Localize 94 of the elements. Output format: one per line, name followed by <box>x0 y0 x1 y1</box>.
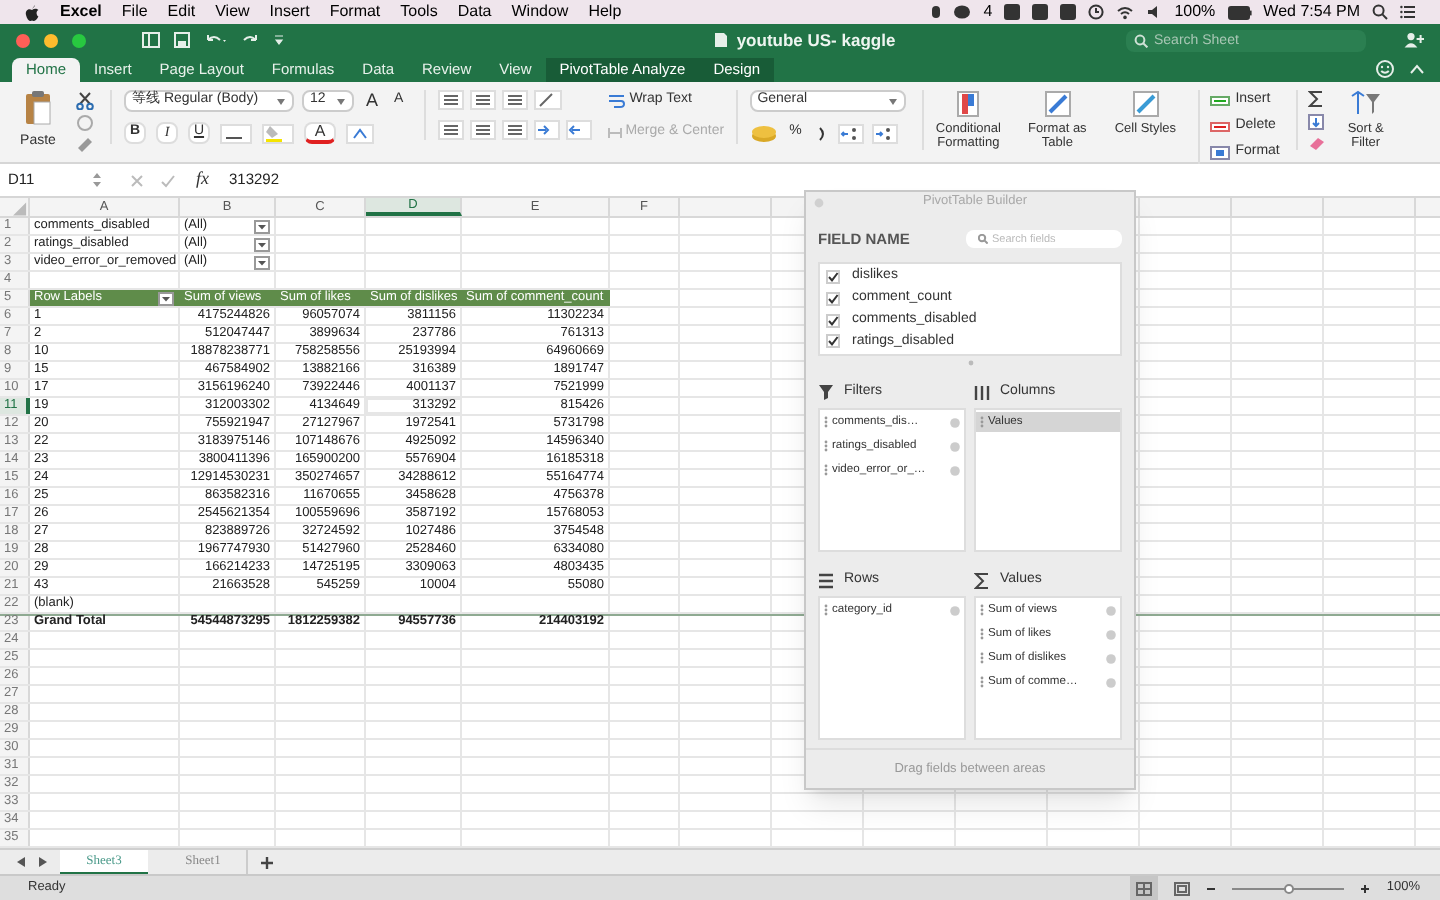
drag-handle-icon[interactable] <box>980 604 984 617</box>
checkbox[interactable] <box>826 270 840 285</box>
save-icon[interactable] <box>174 32 190 48</box>
font-color-button[interactable]: A <box>304 122 336 144</box>
conditional-formatting-icon <box>954 90 983 118</box>
dropdown-button[interactable] <box>254 219 270 233</box>
clock-icon[interactable] <box>1088 4 1105 20</box>
smiley-icon[interactable] <box>1376 60 1394 78</box>
document-icon <box>714 32 729 48</box>
share-icon[interactable] <box>1404 32 1424 48</box>
menu-item[interactable]: Format <box>329 0 381 24</box>
scissors-icon[interactable] <box>76 92 94 110</box>
caret-icon <box>336 97 346 105</box>
align-right-icon[interactable] <box>501 120 528 140</box>
search-icon[interactable] <box>1372 4 1388 20</box>
drag-handle-icon[interactable] <box>980 416 984 429</box>
menu-icon[interactable] <box>1400 4 1416 20</box>
zoom-out-icon[interactable] <box>1206 883 1217 893</box>
table-format-icon <box>1043 90 1072 118</box>
drag-handle-icon[interactable] <box>980 676 984 689</box>
collapse-icon[interactable] <box>1410 64 1424 74</box>
decrease-decimal-icon[interactable] <box>871 123 898 143</box>
zoom-in-icon[interactable] <box>1360 883 1371 893</box>
previous-sheet-icon[interactable] <box>16 856 26 868</box>
stepper-icon[interactable] <box>92 172 102 188</box>
status-icon[interactable] <box>929 4 942 20</box>
align-center-icon[interactable] <box>469 120 496 140</box>
wifi-icon[interactable] <box>1116 4 1135 20</box>
checkbox[interactable] <box>826 334 840 349</box>
fill-down-icon[interactable] <box>1307 114 1324 130</box>
normal-view-icon[interactable] <box>1136 881 1153 895</box>
menu-item[interactable]: Window <box>511 0 569 24</box>
menu-item[interactable]: Help <box>588 0 622 24</box>
drag-handle-icon[interactable] <box>824 416 828 429</box>
battery-icon <box>1227 5 1252 19</box>
volume-icon[interactable] <box>1146 4 1163 20</box>
border-icon[interactable] <box>220 123 252 143</box>
wrap-icon <box>607 94 626 108</box>
apple-icon[interactable] <box>24 3 40 21</box>
rows-icon <box>818 571 834 590</box>
checkbox[interactable] <box>826 291 840 306</box>
drag-handle-icon[interactable] <box>824 440 828 453</box>
merge-icon <box>607 126 622 140</box>
drag-handle-icon[interactable] <box>824 604 828 617</box>
eraser-icon[interactable] <box>1307 136 1326 150</box>
resize-handle-icon[interactable] <box>967 360 973 367</box>
menu-item[interactable]: View <box>215 0 250 24</box>
filter-dropdown-button[interactable] <box>158 291 174 305</box>
orientation-icon[interactable] <box>533 90 562 110</box>
indent-icon[interactable] <box>533 120 560 140</box>
notification-count: 4 <box>983 0 993 24</box>
next-sheet-icon[interactable] <box>38 856 48 868</box>
filter-icon <box>818 383 834 402</box>
fill-color-icon[interactable] <box>262 123 294 143</box>
sum-icon[interactable] <box>1307 90 1324 108</box>
page-layout-icon[interactable] <box>1174 881 1191 895</box>
clock: Wed 7:54 PM <box>1263 0 1360 24</box>
menu-item[interactable]: Edit <box>167 0 196 24</box>
insert-cells-icon <box>1209 94 1230 108</box>
window-title: youtube US- kaggle <box>736 27 896 53</box>
align-top-icon[interactable] <box>437 90 464 110</box>
drag-handle-icon[interactable] <box>824 464 828 477</box>
align-left-icon[interactable] <box>437 120 464 140</box>
menu-item[interactable]: Insert <box>269 0 310 24</box>
menu-item[interactable]: File <box>121 0 148 24</box>
align-middle-icon[interactable] <box>469 90 496 110</box>
sort-filter-icon <box>1349 90 1382 118</box>
caret-icon <box>276 97 286 105</box>
checkbox[interactable] <box>826 313 840 328</box>
cell-styles-icon <box>1131 90 1160 118</box>
drag-handle-icon[interactable] <box>980 652 984 665</box>
battery-percent: 100% <box>1174 0 1216 24</box>
comma-style-icon[interactable] <box>813 123 830 143</box>
sum-icon <box>974 571 990 590</box>
insert-function-button[interactable]: fx <box>196 166 209 194</box>
outdent-icon[interactable] <box>565 120 592 140</box>
sidebar-icon[interactable] <box>142 32 160 48</box>
menu-item[interactable]: Data <box>457 0 492 24</box>
dropdown-button[interactable] <box>254 237 270 251</box>
caret-icon <box>887 97 898 105</box>
text-effects-icon[interactable] <box>346 123 374 143</box>
add-sheet-icon[interactable] <box>260 855 274 869</box>
drag-handle-icon[interactable] <box>980 628 984 641</box>
slider-thumb[interactable] <box>1283 883 1294 893</box>
clipboard-icon <box>24 90 52 126</box>
menu-item[interactable]: Tools <box>400 0 438 24</box>
align-bottom-icon[interactable] <box>501 90 528 110</box>
delete-cells-icon <box>1209 120 1230 134</box>
customize-icon[interactable] <box>274 32 284 48</box>
columns-icon <box>974 383 990 402</box>
increase-decimal-icon[interactable] <box>837 123 864 143</box>
app-menu[interactable]: Excel <box>60 0 102 24</box>
dropdown-button[interactable] <box>254 255 270 269</box>
grow-font-button[interactable]: A <box>362 90 383 112</box>
